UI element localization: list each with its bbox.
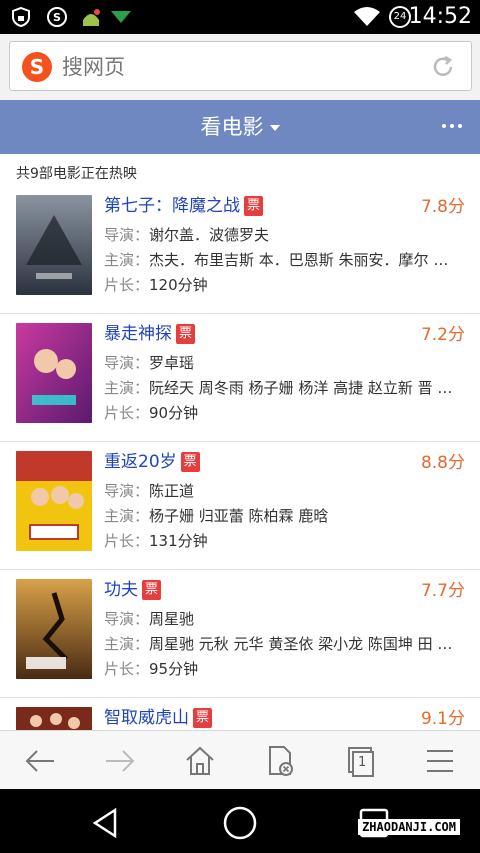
movie-rating: 9.1分 bbox=[420, 709, 465, 729]
ticket-badge[interactable]: 票 bbox=[180, 452, 200, 472]
movie-item[interactable]: 第七子：降魔之战票 7.8分 导演：谢尔盖．波德罗夫 主演：杰夫．布里吉斯 本．… bbox=[0, 186, 480, 314]
movie-rating: 7.7分 bbox=[420, 581, 465, 601]
movie-rating: 7.2分 bbox=[420, 325, 465, 345]
movie-title[interactable]: 重返20岁票 bbox=[104, 449, 200, 475]
category-dropdown[interactable]: 看电影 bbox=[0, 112, 480, 142]
shield-lock-icon bbox=[8, 5, 34, 29]
movie-director: 导演：周星驰 bbox=[104, 610, 195, 628]
title-bar: 看电影 bbox=[0, 100, 480, 154]
home-icon[interactable] bbox=[178, 739, 222, 783]
movie-title[interactable]: 第七子：降魔之战票 bbox=[104, 193, 264, 219]
movie-poster[interactable] bbox=[16, 579, 92, 679]
ticket-badge[interactable]: 票 bbox=[142, 580, 162, 600]
nav-home-icon[interactable] bbox=[220, 803, 260, 843]
download-arrow-icon bbox=[108, 5, 134, 29]
now-showing-summary: 共9部电影正在热映 bbox=[16, 166, 137, 182]
movie-rating: 8.8分 bbox=[420, 453, 465, 473]
url-area: S 搜网页 bbox=[0, 34, 480, 100]
close-page-icon[interactable] bbox=[258, 739, 302, 783]
movie-title[interactable]: 暴走神探票 bbox=[104, 321, 196, 347]
movie-rating: 7.8分 bbox=[420, 197, 465, 217]
status-time: 14:52 bbox=[408, 4, 472, 29]
movie-cast: 主演：周星驰 元秋 元华 黄圣依 梁小龙 陈国坤 田 … bbox=[104, 635, 453, 653]
ticket-badge[interactable]: 票 bbox=[244, 196, 264, 216]
movie-item[interactable]: 智取威虎山票 9.1分 bbox=[0, 698, 480, 730]
ticket-badge[interactable]: 票 bbox=[176, 324, 196, 344]
ticket-badge[interactable]: 票 bbox=[193, 708, 213, 728]
page-title: 看电影 bbox=[200, 115, 264, 139]
movie-director: 导演：陈正道 bbox=[104, 482, 195, 500]
movie-poster[interactable] bbox=[16, 195, 92, 295]
movie-length: 片长：120分钟 bbox=[104, 276, 208, 294]
sogou-s-icon: S bbox=[44, 5, 70, 29]
movie-item[interactable]: 暴走神探票 7.2分 导演：罗卓瑶 主演：阮经天 周冬雨 杨子姗 杨洋 高捷 赵… bbox=[0, 314, 480, 442]
movie-poster[interactable] bbox=[16, 451, 92, 551]
movie-cast: 主演：阮经天 周冬雨 杨子姗 杨洋 高捷 赵立新 晋 … bbox=[104, 379, 453, 397]
movie-cast: 主演：杰夫．布里吉斯 本．巴恩斯 朱丽安．摩尔 … bbox=[104, 251, 449, 269]
movie-poster[interactable] bbox=[16, 323, 92, 423]
forward-icon[interactable] bbox=[98, 739, 142, 783]
caret-down-icon bbox=[269, 125, 280, 131]
movie-list: 共9部电影正在热映 第七子：降魔之战票 7.8分 导演：谢尔盖．波德罗夫 主演：… bbox=[0, 154, 480, 730]
movie-title[interactable]: 智取威虎山票 bbox=[104, 705, 213, 730]
movie-title[interactable]: 功夫票 bbox=[104, 577, 162, 603]
menu-icon[interactable] bbox=[418, 739, 462, 783]
search-input[interactable]: S 搜网页 bbox=[9, 41, 472, 91]
nav-back-icon[interactable] bbox=[86, 803, 126, 843]
tabs-icon[interactable]: 1 bbox=[338, 739, 382, 783]
refresh-icon[interactable] bbox=[429, 53, 457, 81]
movie-length: 片长：90分钟 bbox=[104, 404, 199, 422]
more-options-icon[interactable] bbox=[442, 124, 462, 128]
movie-length: 片长：95分钟 bbox=[104, 660, 199, 678]
system-nav-bar: ZHAODANJI.COM bbox=[0, 789, 480, 853]
back-icon[interactable] bbox=[18, 739, 62, 783]
movie-item[interactable]: 重返20岁票 8.8分 导演：陈正道 主演：杨子姗 归亚蕾 陈柏霖 鹿晗 片长：… bbox=[0, 442, 480, 570]
movie-item[interactable]: 功夫票 7.7分 导演：周星驰 主演：周星驰 元秋 元华 黄圣依 梁小龙 陈国坤… bbox=[0, 570, 480, 698]
watermark: ZHAODANJI.COM bbox=[358, 819, 460, 835]
svg-text:S: S bbox=[53, 11, 61, 24]
tab-count: 1 bbox=[358, 755, 367, 770]
android-app-icon bbox=[78, 5, 104, 29]
movie-director: 导演：谢尔盖．波德罗夫 bbox=[104, 226, 270, 244]
movie-director: 导演：罗卓瑶 bbox=[104, 354, 195, 372]
browser-toolbar: 1 bbox=[0, 730, 480, 789]
wifi-icon bbox=[352, 5, 382, 29]
movie-cast: 主演：杨子姗 归亚蕾 陈柏霖 鹿晗 bbox=[104, 507, 329, 525]
movie-length: 片长：131分钟 bbox=[104, 532, 208, 550]
search-placeholder: 搜网页 bbox=[62, 55, 125, 79]
status-bar: S 24 14:52 bbox=[0, 0, 480, 34]
movie-poster[interactable] bbox=[16, 707, 92, 730]
sogou-logo-icon: S bbox=[22, 52, 52, 82]
